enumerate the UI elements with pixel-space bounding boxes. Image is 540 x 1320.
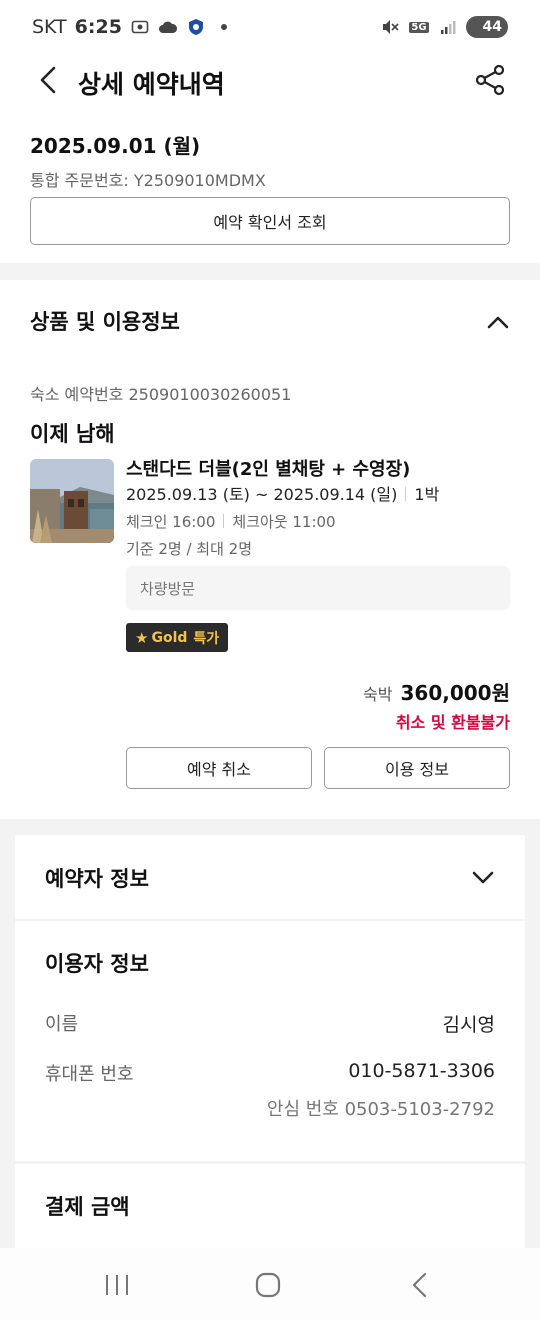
- checkout-time: 체크아웃 11:00: [232, 513, 336, 531]
- refund-policy: 취소 및 환불불가: [395, 713, 510, 732]
- network-5g-icon: 5G: [409, 21, 429, 33]
- user-info-title: 이용자 정보: [45, 952, 149, 976]
- share-icon: [475, 64, 505, 96]
- shield-icon: [186, 18, 206, 36]
- booker-info-card[interactable]: 예약자 정보: [15, 835, 525, 919]
- payment-card: 결제 금액: [15, 1164, 525, 1248]
- room-name: 스탠다드 더블(2인 별채탕 + 수영장): [126, 459, 411, 480]
- chevron-up-icon: [487, 316, 509, 329]
- visit-type: 차량방문: [140, 579, 196, 598]
- nights: 1박: [414, 485, 440, 504]
- price-label: 숙박: [363, 685, 393, 704]
- status-bar-right: 5G 44: [380, 16, 508, 38]
- order-summary: 2025.09.01 (월) 통합 주문번호: Y2509010MDMX: [30, 130, 510, 191]
- safe-number: 안심 번호 0503-5103-2792: [266, 1099, 495, 1120]
- recents-icon: [106, 1275, 128, 1295]
- phone-value: 010-5871-3306: [348, 1060, 495, 1082]
- section-divider: [0, 263, 540, 280]
- dot-icon: [214, 18, 234, 36]
- divider: [405, 487, 407, 501]
- system-nav-bar: [0, 1248, 540, 1320]
- chevron-down-icon: [472, 871, 494, 884]
- cancel-reservation-button[interactable]: 예약 취소: [126, 747, 312, 789]
- nav-back-button[interactable]: [408, 1272, 432, 1298]
- price-row: 숙박 360,000원: [363, 677, 510, 706]
- back-icon: [412, 1272, 427, 1298]
- hotel-name: 이제 남해: [30, 422, 115, 446]
- name-label: 이름: [45, 1014, 79, 1035]
- payment-title: 결제 금액: [45, 1195, 130, 1219]
- name-value: 김시영: [442, 1014, 495, 1036]
- order-date: 2025.09.01 (월): [30, 134, 201, 158]
- stay-reservation-number: 숙소 예약번호 2509010030260051: [30, 385, 292, 404]
- share-button[interactable]: [474, 62, 506, 98]
- page-title: 상세 예약내역: [78, 70, 225, 99]
- status-bar: SKT 6:25 5G 44: [0, 0, 540, 56]
- phone-label: 휴대폰 번호: [45, 1064, 134, 1085]
- section-title: 상품 및 이용정보: [30, 310, 180, 334]
- booker-info-title: 예약자 정보: [45, 867, 149, 891]
- mute-icon: [380, 18, 400, 36]
- room-thumbnail: [30, 459, 114, 543]
- home-button[interactable]: [255, 1272, 281, 1298]
- order-number: 통합 주문번호: Y2509010MDMX: [30, 171, 266, 190]
- user-info-card: 이용자 정보 이름 김시영 휴대폰 번호 010-5871-3306 안심 번호…: [15, 921, 525, 1161]
- recents-button[interactable]: [103, 1274, 131, 1296]
- usage-info-button[interactable]: 이용 정보: [324, 747, 510, 789]
- badge-label: 특가: [193, 630, 220, 647]
- room-capacity: 기준 2명 / 최대 2명: [126, 540, 253, 558]
- clock: 6:25: [74, 16, 122, 38]
- cloud-icon: [158, 18, 178, 36]
- star-icon: ★: [135, 628, 149, 647]
- stay-dates: 2025.09.13 (토) ~ 2025.09.14 (일) 1박: [126, 483, 510, 507]
- signal-icon: [438, 18, 458, 36]
- divider: [223, 514, 225, 528]
- battery-indicator: 44: [466, 16, 508, 38]
- date-range: 2025.09.13 (토) ~ 2025.09.14 (일): [126, 485, 398, 504]
- app-header: 상세 예약내역: [0, 56, 540, 106]
- visit-type-box: 차량방문: [126, 566, 510, 610]
- screenshot-icon: [130, 18, 150, 36]
- checkin-time: 체크인 16:00: [126, 513, 216, 531]
- status-bar-left: SKT 6:25: [32, 16, 234, 38]
- back-button[interactable]: [34, 62, 64, 98]
- badge-brand: Gold: [151, 629, 188, 646]
- price-value: 360,000원: [400, 681, 511, 705]
- home-icon: [255, 1272, 281, 1298]
- view-confirmation-button[interactable]: 예약 확인서 조회: [30, 197, 510, 245]
- chevron-left-icon: [40, 66, 56, 94]
- check-times: 체크인 16:00 체크아웃 11:00: [126, 510, 510, 534]
- room-info: 스탠다드 더블(2인 별채탕 + 수영장) 2025.09.13 (토) ~ 2…: [126, 458, 510, 561]
- gold-deal-badge: ★ Gold 특가: [126, 623, 229, 652]
- product-section-header[interactable]: 상품 및 이용정보: [30, 306, 510, 340]
- carrier-label: SKT: [32, 16, 67, 38]
